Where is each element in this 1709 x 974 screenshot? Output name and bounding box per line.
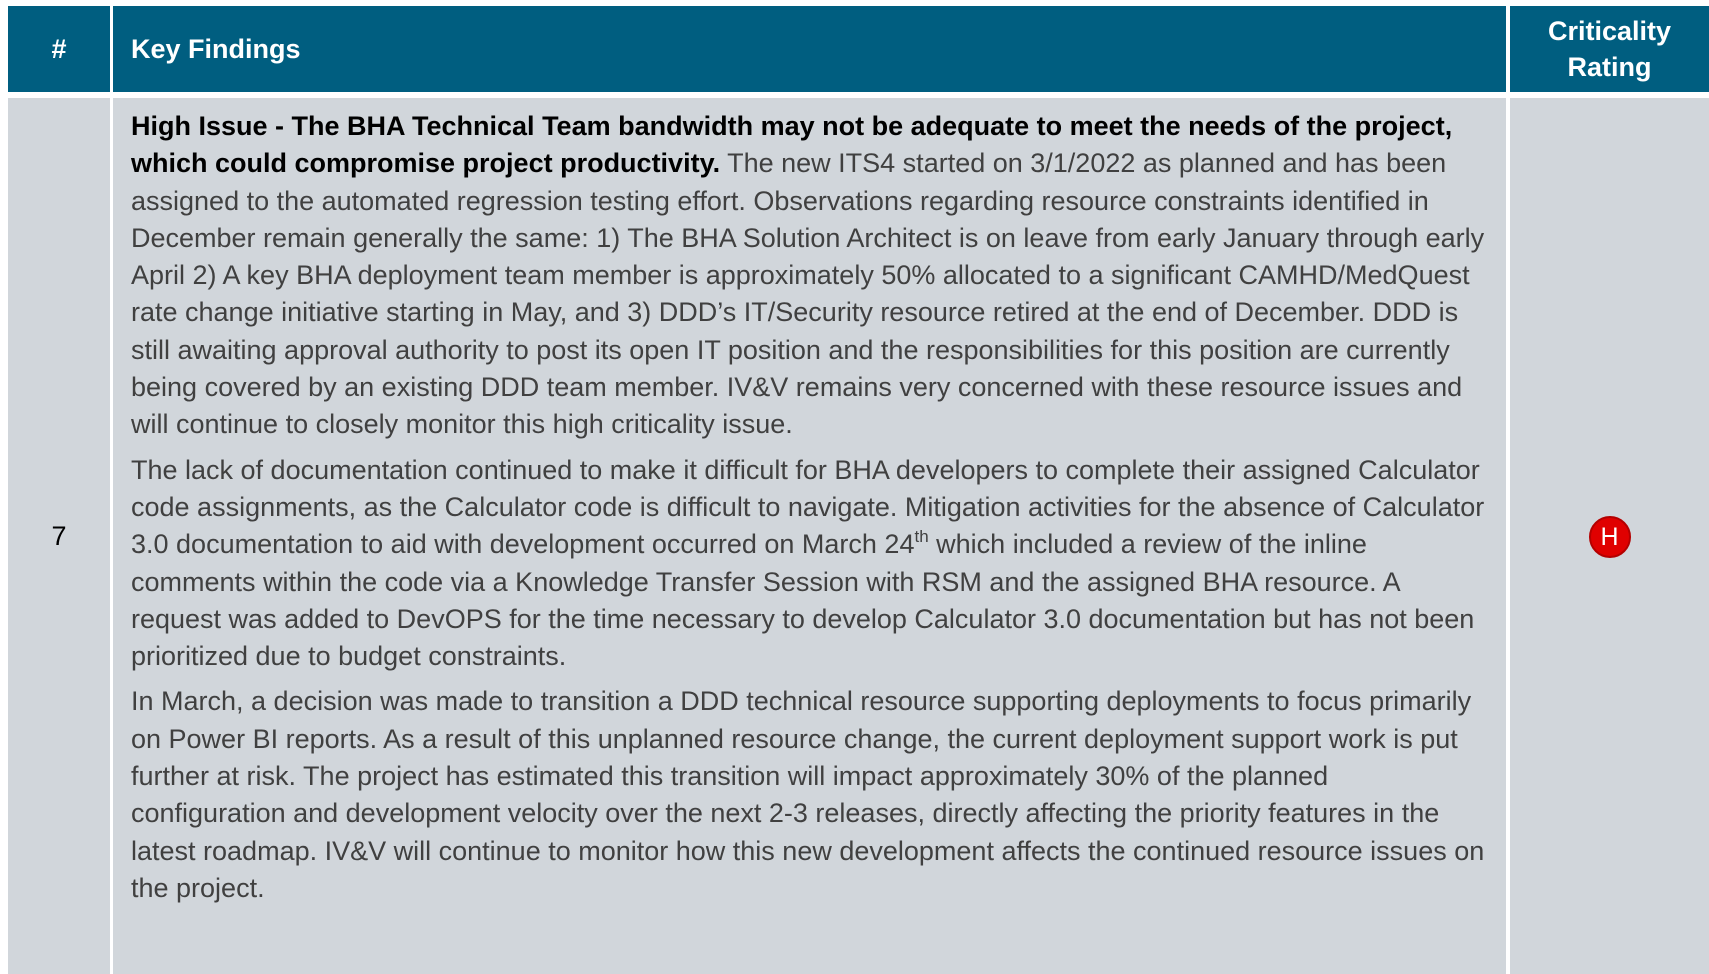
header-key-findings-label: Key Findings (131, 33, 301, 64)
finding-paragraph-2-superscript: th (914, 527, 929, 547)
header-key-findings: Key Findings (113, 6, 1506, 92)
header-number-label: # (51, 33, 67, 64)
criticality-rating-text: H (1600, 522, 1619, 551)
criticality-high-badge: H (1588, 516, 1631, 558)
row-number-cell: 7 (8, 98, 110, 974)
finding-paragraph-1: High Issue - The BHA Technical Team band… (131, 108, 1488, 444)
finding-paragraph-2: The lack of documentation continued to m… (131, 452, 1488, 676)
finding-cell: High Issue - The BHA Technical Team band… (113, 98, 1506, 974)
finding-paragraph-1-text: The new ITS4 started on 3/1/2022 as plan… (131, 148, 1485, 440)
finding-paragraph-3: In March, a decision was made to transit… (131, 686, 1485, 903)
criticality-cell: H (1510, 98, 1709, 974)
header-criticality-label: Criticality (1547, 16, 1672, 46)
header-number: # (8, 6, 110, 92)
header-rating-label: Rating (1567, 52, 1652, 82)
row-number: 7 (51, 520, 67, 551)
header-criticality-rating: Criticality Rating (1510, 6, 1709, 92)
findings-table: # Key Findings Criticality Rating 7 High… (0, 0, 1709, 974)
